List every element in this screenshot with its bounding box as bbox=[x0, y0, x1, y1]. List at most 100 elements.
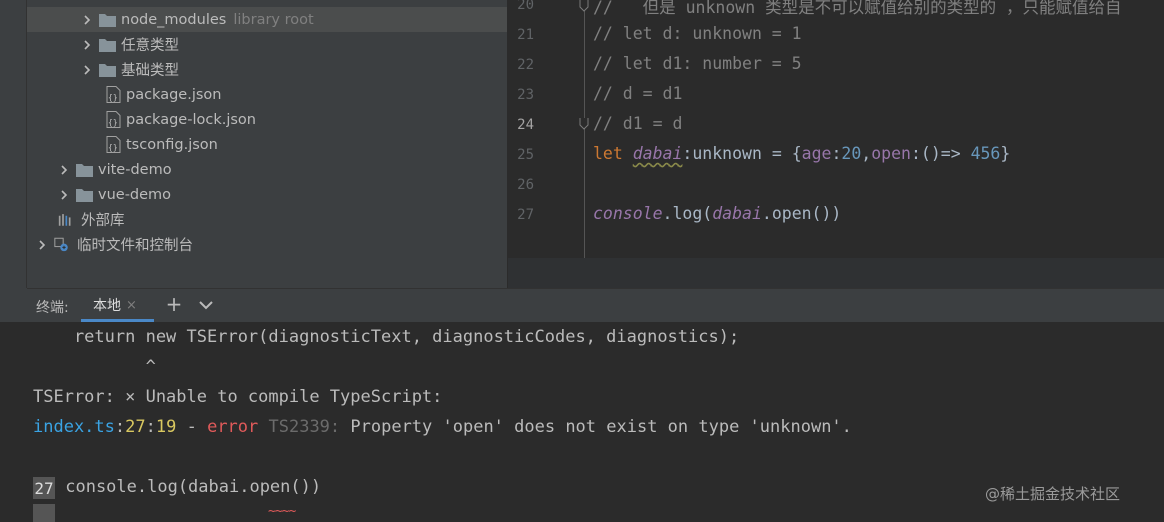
json-file-icon: {} bbox=[106, 86, 121, 103]
line-number: 26 bbox=[517, 177, 534, 193]
code-line-27: console.log(dabai.open()) bbox=[593, 204, 841, 223]
console-object: console bbox=[593, 204, 663, 223]
tree-item-label: vue-demo bbox=[98, 186, 172, 203]
source-line: console.log(dabai.open()) bbox=[55, 477, 322, 497]
folder-icon bbox=[76, 163, 93, 177]
property-name: open bbox=[871, 144, 911, 163]
line-number: 20 bbox=[517, 0, 534, 13]
separator: : bbox=[145, 417, 156, 437]
tree-item-external-libraries[interactable]: 外部库 bbox=[27, 207, 507, 232]
code-editor[interactable]: 20 21 22 23 24 25 26 27 // 但是 unknown 类型… bbox=[508, 0, 1164, 288]
tree-item-label: package-lock.json bbox=[126, 111, 256, 128]
project-tree: node_modules library root 任意类型 基础类型 {} p… bbox=[27, 0, 507, 288]
code-token: .open()) bbox=[761, 204, 842, 223]
code-line-22: // let d1: number = 5 bbox=[593, 54, 802, 73]
code-token: .log( bbox=[662, 204, 713, 223]
close-icon[interactable]: × bbox=[126, 298, 137, 313]
terminal-header-strip bbox=[0, 288, 27, 322]
tree-item-label: 基础类型 bbox=[121, 63, 179, 79]
folder-icon bbox=[76, 188, 93, 202]
code-line-20: // 但是 unknown 类型是不可以赋值给别的类型的 ，只能赋值给自 bbox=[593, 0, 1122, 17]
code-line-23: // d = d1 bbox=[593, 84, 683, 103]
error-line-number: 27 bbox=[125, 417, 146, 437]
line-number-gutter: 20 21 22 23 24 25 26 27 bbox=[508, 0, 584, 258]
separator: - bbox=[176, 417, 208, 437]
tree-item-label: node_modules bbox=[121, 11, 227, 28]
number-literal: 456 bbox=[970, 144, 1001, 163]
code-line-25: let dabai:unknown = {age:20,open:()=> 45… bbox=[593, 144, 1010, 163]
error-file: index.ts bbox=[33, 417, 115, 437]
code-line-24: // d1 = d bbox=[593, 114, 683, 133]
tab-label: 本地 bbox=[93, 298, 121, 314]
property-name: age bbox=[801, 144, 832, 163]
terminal-line: TSError: × Unable to compile TypeScript: bbox=[33, 387, 443, 407]
tree-item-package-json[interactable]: {} package.json bbox=[27, 82, 507, 107]
tree-item-label: vite-demo bbox=[98, 161, 172, 178]
tool-window-strip bbox=[0, 0, 27, 288]
chevron-right-icon[interactable] bbox=[79, 12, 95, 28]
library-root-hint: library root bbox=[233, 11, 314, 28]
line-number: 25 bbox=[517, 147, 534, 163]
line-number: 22 bbox=[517, 57, 534, 73]
code-token: :()=> bbox=[910, 144, 971, 163]
tree-item-tsconfig-json[interactable]: {} tsconfig.json bbox=[27, 132, 507, 157]
tree-item-basic-type[interactable]: 基础类型 bbox=[27, 57, 507, 82]
tree-item-label: 任意类型 bbox=[121, 38, 179, 54]
watermark: @稀土掘金技术社区 bbox=[985, 485, 1121, 503]
chevron-right-icon[interactable] bbox=[56, 162, 72, 178]
variable-dabai: dabai bbox=[712, 204, 762, 223]
tree-item-label: tsconfig.json bbox=[126, 136, 218, 153]
svg-text:{}: {} bbox=[108, 118, 118, 127]
line-number: 27 bbox=[517, 207, 534, 223]
tree-item-label: package.json bbox=[126, 86, 222, 103]
source-line-number: 27 bbox=[33, 477, 55, 499]
code-line-21: // let d: unknown = 1 bbox=[593, 24, 802, 43]
code-token: } bbox=[1000, 144, 1011, 163]
tree-item-label: 临时文件和控制台 bbox=[77, 238, 193, 254]
tree-item-vue-demo[interactable]: vue-demo bbox=[27, 182, 507, 207]
folder-icon bbox=[99, 63, 116, 77]
terminal-line: return new TSError(diagnosticText, diagn… bbox=[33, 327, 740, 347]
json-file-icon: {} bbox=[106, 111, 121, 128]
folder-icon bbox=[99, 13, 116, 27]
terminal-title: 终端: bbox=[36, 300, 69, 316]
chevron-right-icon[interactable] bbox=[79, 62, 95, 78]
error-underline: ~~~~ bbox=[268, 504, 296, 519]
terminal-error-line: index.ts:27:19 - error TS2339: Property … bbox=[33, 417, 852, 437]
error-label: error bbox=[207, 417, 259, 437]
folder-icon bbox=[99, 38, 116, 52]
code-token: , bbox=[861, 144, 872, 163]
tree-item-node-modules[interactable]: node_modules library root bbox=[27, 7, 507, 32]
line-number: 21 bbox=[517, 27, 534, 43]
chevron-down-icon[interactable] bbox=[197, 297, 215, 313]
fold-end-icon[interactable] bbox=[579, 0, 589, 12]
tree-item-scratches[interactable]: 临时文件和控制台 bbox=[27, 232, 507, 257]
svg-text:{}: {} bbox=[108, 143, 118, 152]
svg-text:{}: {} bbox=[108, 93, 118, 102]
tree-item-any-type[interactable]: 任意类型 bbox=[27, 32, 507, 57]
number-literal: 20 bbox=[841, 144, 862, 163]
chevron-right-icon[interactable] bbox=[79, 37, 95, 53]
code-token: : bbox=[831, 144, 842, 163]
chevron-right-icon[interactable] bbox=[56, 187, 72, 203]
code-token: :unknown = { bbox=[682, 144, 802, 163]
keyword: let bbox=[593, 144, 623, 163]
terminal-tab-local[interactable]: 本地 × bbox=[81, 288, 154, 322]
error-message: Property 'open' does not exist on type '… bbox=[340, 417, 852, 437]
tree-item-package-lock-json[interactable]: {} package-lock.json bbox=[27, 107, 507, 132]
json-file-icon: {} bbox=[106, 136, 121, 153]
source-line-number-blank bbox=[33, 504, 55, 522]
separator: : bbox=[114, 417, 126, 437]
error-code: TS2339: bbox=[258, 417, 341, 437]
fold-end-icon[interactable] bbox=[579, 118, 589, 130]
tree-item-vite-demo[interactable]: vite-demo bbox=[27, 157, 507, 182]
chevron-right-icon[interactable] bbox=[34, 237, 50, 253]
scratches-icon bbox=[54, 236, 72, 253]
error-column: 19 bbox=[155, 417, 177, 437]
terminal-line: ^ bbox=[33, 357, 156, 377]
line-number-current: 24 bbox=[517, 117, 534, 133]
tree-item-label: 外部库 bbox=[81, 213, 125, 229]
line-number: 23 bbox=[517, 87, 534, 103]
library-icon bbox=[58, 211, 76, 228]
new-tab-button[interactable]: + bbox=[165, 294, 183, 314]
